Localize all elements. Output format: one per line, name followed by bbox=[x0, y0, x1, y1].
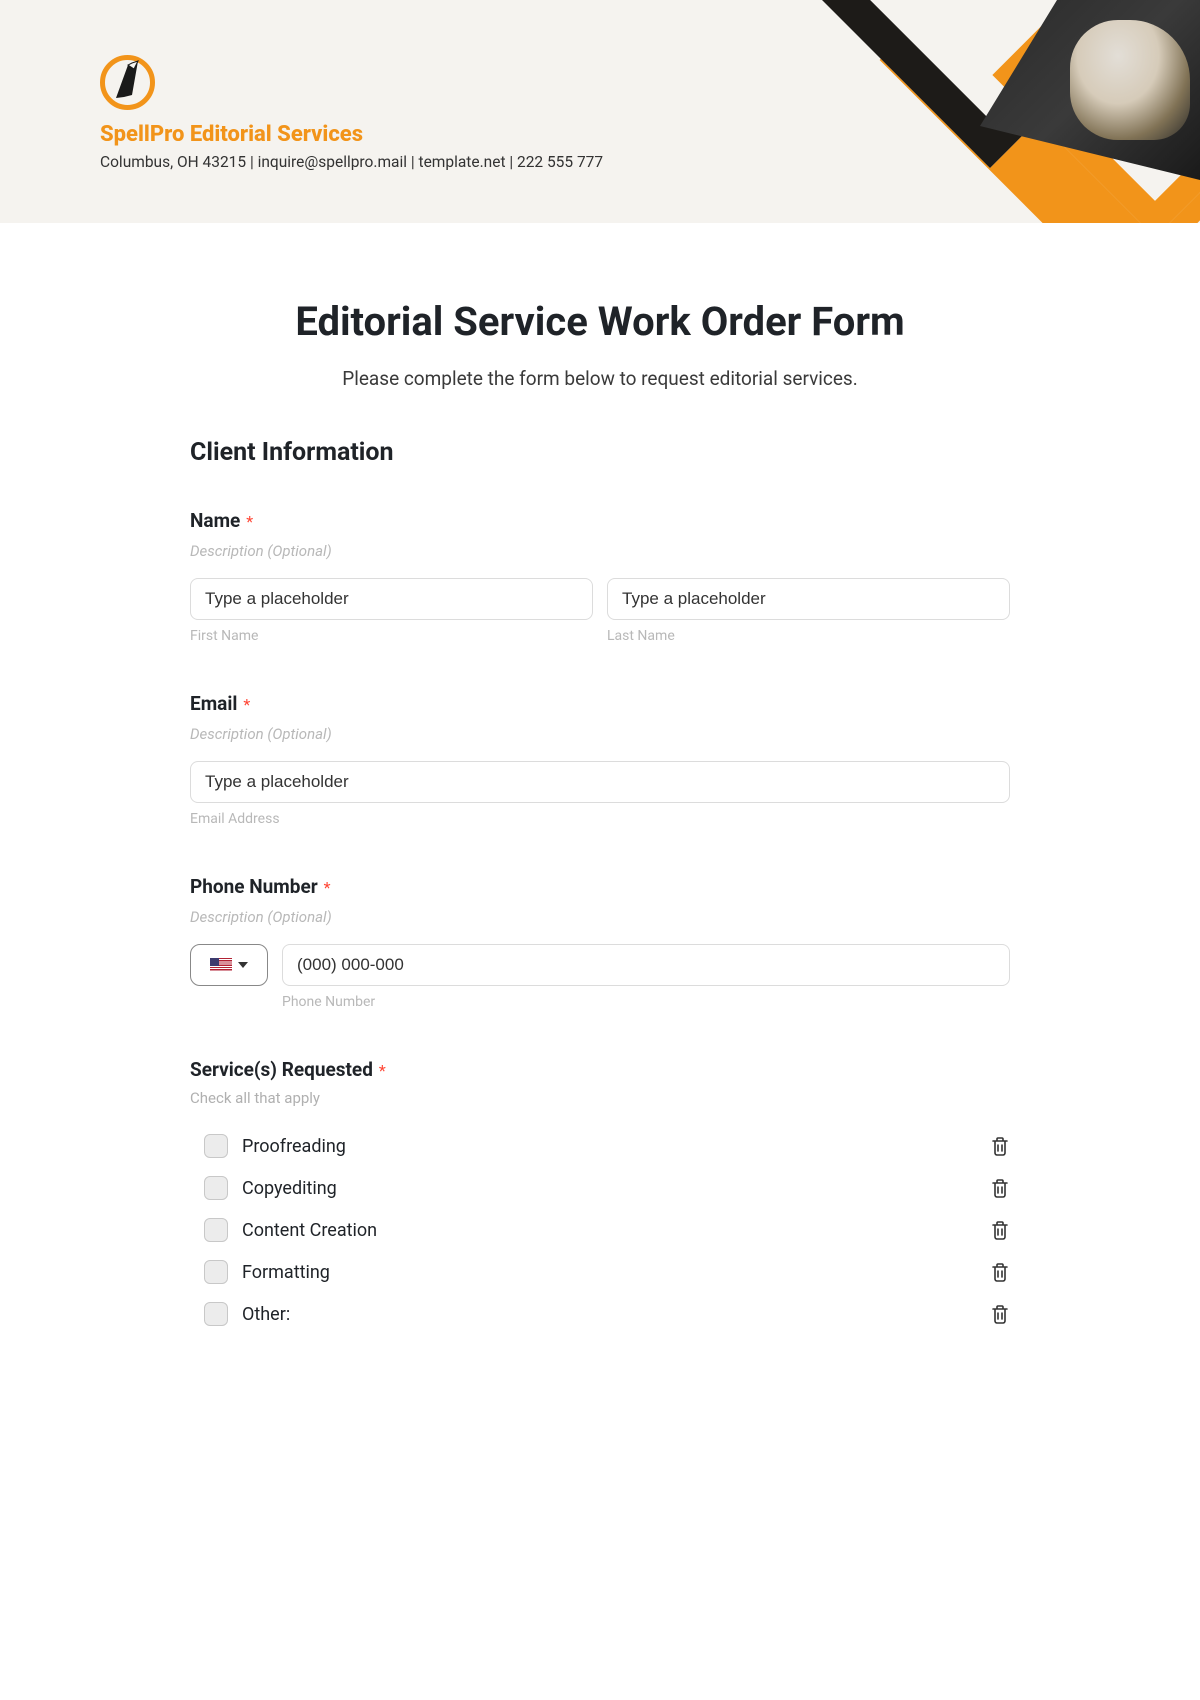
name-label: Name bbox=[190, 509, 240, 532]
service-option-row: Proofreading bbox=[190, 1125, 1010, 1167]
service-option-row: Other: bbox=[190, 1293, 1010, 1335]
last-name-sublabel: Last Name bbox=[607, 628, 1010, 644]
checkbox-proofreading[interactable] bbox=[204, 1134, 228, 1158]
checkbox-formatting[interactable] bbox=[204, 1260, 228, 1284]
phone-sublabel: Phone Number bbox=[282, 994, 1010, 1010]
field-name: Name * Description (Optional) First Name… bbox=[190, 509, 1010, 644]
form-subtitle: Please complete the form below to reques… bbox=[190, 367, 1010, 390]
flag-us-icon bbox=[210, 958, 232, 972]
email-sublabel: Email Address bbox=[190, 811, 1010, 827]
service-option-label: Copyediting bbox=[242, 1178, 990, 1199]
first-name-sublabel: First Name bbox=[190, 628, 593, 644]
trash-icon[interactable] bbox=[990, 1303, 1010, 1325]
section-client-info: Client Information bbox=[190, 438, 1010, 467]
email-label: Email bbox=[190, 692, 237, 715]
checkbox-content-creation[interactable] bbox=[204, 1218, 228, 1242]
company-name: SpellPro Editorial Services bbox=[100, 122, 603, 147]
required-mark: * bbox=[379, 1061, 386, 1080]
last-name-input[interactable] bbox=[607, 578, 1010, 620]
checkbox-copyediting[interactable] bbox=[204, 1176, 228, 1200]
service-option-label: Content Creation bbox=[242, 1220, 990, 1241]
email-desc: Description (Optional) bbox=[190, 725, 1010, 743]
required-mark: * bbox=[243, 695, 250, 714]
logo-block: SpellPro Editorial Services Columbus, OH… bbox=[100, 55, 603, 171]
pen-icon bbox=[98, 53, 158, 113]
phone-label: Phone Number bbox=[190, 875, 318, 898]
header-graphic bbox=[720, 0, 1200, 223]
form-title: Editorial Service Work Order Form bbox=[190, 298, 1010, 345]
service-option-row: Content Creation bbox=[190, 1209, 1010, 1251]
service-option-label: Formatting bbox=[242, 1262, 990, 1283]
email-input[interactable] bbox=[190, 761, 1010, 803]
phone-desc: Description (Optional) bbox=[190, 908, 1010, 926]
logo-icon bbox=[100, 55, 155, 110]
trash-icon[interactable] bbox=[990, 1261, 1010, 1283]
trash-icon[interactable] bbox=[990, 1177, 1010, 1199]
company-meta: Columbus, OH 43215 | inquire@spellpro.ma… bbox=[100, 153, 603, 171]
chevron-down-icon bbox=[238, 962, 248, 968]
trash-icon[interactable] bbox=[990, 1219, 1010, 1241]
document-header: SpellPro Editorial Services Columbus, OH… bbox=[0, 0, 1200, 223]
field-email: Email * Description (Optional) Email Add… bbox=[190, 692, 1010, 827]
form-container: Editorial Service Work Order Form Please… bbox=[190, 223, 1010, 1423]
trash-icon[interactable] bbox=[990, 1135, 1010, 1157]
first-name-input[interactable] bbox=[190, 578, 593, 620]
name-desc: Description (Optional) bbox=[190, 542, 1010, 560]
country-code-select[interactable] bbox=[190, 944, 268, 986]
service-option-row: Copyediting bbox=[190, 1167, 1010, 1209]
phone-input[interactable] bbox=[282, 944, 1010, 986]
service-option-label: Proofreading bbox=[242, 1136, 990, 1157]
required-mark: * bbox=[324, 878, 331, 897]
checkbox-other[interactable] bbox=[204, 1302, 228, 1326]
required-mark: * bbox=[246, 512, 253, 531]
field-services: Service(s) Requested * Check all that ap… bbox=[190, 1058, 1010, 1335]
field-phone: Phone Number * Description (Optional) Ph… bbox=[190, 875, 1010, 1010]
services-label: Service(s) Requested bbox=[190, 1058, 373, 1081]
service-option-label: Other: bbox=[242, 1304, 990, 1325]
services-hint: Check all that apply bbox=[190, 1089, 1010, 1107]
service-option-row: Formatting bbox=[190, 1251, 1010, 1293]
